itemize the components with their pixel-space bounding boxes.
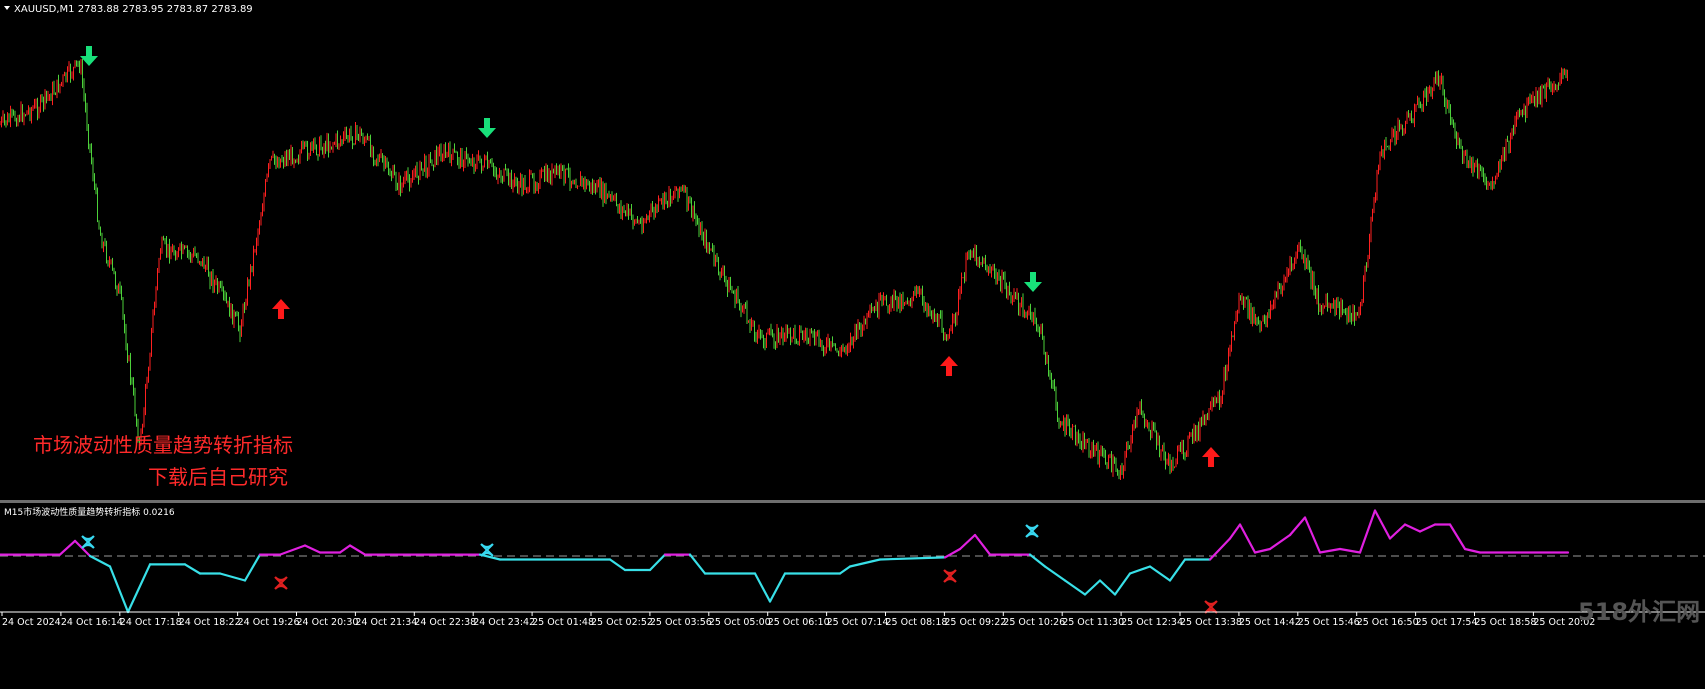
indicator-segment <box>1373 509 1392 540</box>
indicator-segment <box>1418 523 1437 533</box>
time-label: 24 Oct 23:42 <box>473 617 535 628</box>
indicator-segment <box>1358 509 1377 554</box>
time-label: 24 Oct 18:22 <box>179 617 241 628</box>
buy-arrow-up-icon[interactable] <box>1202 447 1220 467</box>
indicator-segment <box>1148 565 1172 582</box>
pane-separator[interactable] <box>0 500 1705 503</box>
indicator-segment <box>1168 558 1187 582</box>
time-label: 24 Oct 17:18 <box>120 617 182 628</box>
time-label: 24 Oct 2024 <box>2 617 61 628</box>
time-label: 25 Oct 18:58 <box>1475 617 1537 628</box>
indicator-segment <box>1238 523 1257 554</box>
indicator-segment <box>1448 523 1467 551</box>
annotation-line2: 下载后自己研究 <box>148 465 288 489</box>
indicator-segment <box>1268 533 1292 551</box>
time-label: 24 Oct 22:38 <box>414 617 476 628</box>
price-pane[interactable] <box>0 59 1568 480</box>
indicator-segment <box>1228 523 1242 540</box>
indicator-segment <box>1043 565 1067 582</box>
indicator-segment <box>338 544 352 554</box>
indicator-segment <box>958 533 977 551</box>
indicator-cross-up-icon[interactable] <box>480 543 494 557</box>
chart-canvas[interactable]: XAUUSD,M1 2783.88 2783.95 2783.87 2783.8… <box>0 0 1705 689</box>
time-label: 25 Oct 07:14 <box>827 617 889 628</box>
indicator-segment <box>648 553 667 572</box>
indicator-segment <box>1388 523 1407 540</box>
indicator-cross-down-icon[interactable] <box>943 569 957 583</box>
time-label: 25 Oct 16:50 <box>1357 617 1419 628</box>
time-label: 25 Oct 05:00 <box>709 617 771 628</box>
time-label: 24 Oct 21:34 <box>355 617 417 628</box>
time-label: 25 Oct 14:42 <box>1239 617 1301 628</box>
indicator-segment <box>1083 579 1102 596</box>
time-label: 24 Oct 20:30 <box>297 617 359 628</box>
indicator-segment <box>88 554 112 568</box>
chart-window[interactable]: XAUUSD,M1 2783.88 2783.95 2783.87 2783.8… <box>0 0 1705 689</box>
buy-arrow-up-icon[interactable] <box>940 356 958 376</box>
indicator-cross-down-icon[interactable] <box>274 576 288 590</box>
indicator-pane[interactable] <box>0 509 1570 614</box>
indicator-segment <box>878 556 947 561</box>
annotation-line1: 市场波动性质量趋势转折指标 <box>33 433 293 457</box>
indicator-segment <box>1063 579 1087 596</box>
indicator-segment <box>1303 516 1322 554</box>
time-label: 24 Oct 16:14 <box>61 617 123 628</box>
symbol-header: XAUUSD,M1 2783.88 2783.95 2783.87 2783.8… <box>14 4 253 15</box>
indicator-segment <box>243 553 262 582</box>
time-label: 25 Oct 03:56 <box>650 617 712 628</box>
indicator-segment <box>1463 547 1482 554</box>
buy-arrow-up-icon[interactable] <box>272 299 290 319</box>
header-menu-triangle-icon[interactable] <box>4 6 10 10</box>
indicator-segment <box>303 544 322 554</box>
time-label: 24 Oct 19:26 <box>238 617 300 628</box>
sell-arrow-down-icon[interactable] <box>1024 272 1042 292</box>
indicator-segment <box>218 572 247 582</box>
time-label: 25 Oct 10:26 <box>1003 617 1065 628</box>
indicator-segment <box>973 533 992 556</box>
time-label: 25 Oct 06:10 <box>768 617 830 628</box>
watermark: 518外汇网 <box>1578 598 1700 626</box>
indicator-segment <box>688 553 707 575</box>
indicator-segment <box>1338 547 1362 554</box>
indicator-segment <box>1253 547 1272 554</box>
time-label: 25 Oct 11:30 <box>1062 617 1124 628</box>
indicator-cross-up-icon[interactable] <box>1025 524 1039 538</box>
indicator-segment <box>1128 565 1152 575</box>
indicator-segment <box>608 558 627 572</box>
indicator-segment <box>753 572 772 603</box>
indicator-segment <box>348 544 367 556</box>
time-label: 25 Oct 02:52 <box>591 617 653 628</box>
indicator-segment <box>1113 572 1132 596</box>
indicator-segment <box>768 572 787 603</box>
indicator-header: M15市场波动性质量趋势转折指标 0.0216 <box>4 506 175 518</box>
time-label: 25 Oct 01:48 <box>532 617 594 628</box>
indicator-segment <box>1318 547 1342 554</box>
time-label: 25 Oct 12:34 <box>1121 617 1183 628</box>
indicator-segment <box>1403 523 1422 533</box>
indicator-segment <box>58 539 77 556</box>
time-label: 25 Oct 13:38 <box>1180 617 1242 628</box>
indicator-segment <box>1098 579 1117 596</box>
indicator-segment <box>108 565 130 614</box>
time-label: 25 Oct 17:54 <box>1416 617 1478 628</box>
indicator-segment <box>126 563 152 614</box>
time-label: 25 Oct 09:22 <box>944 617 1006 628</box>
time-label: 25 Oct 15:46 <box>1298 617 1360 628</box>
indicator-cross-up-icon[interactable] <box>81 535 95 549</box>
indicator-segment <box>1288 516 1307 537</box>
time-axis: 24 Oct 2024 24 Oct 16:1424 Oct 17:1824 Oc… <box>1 612 1595 628</box>
time-label: 25 Oct 08:18 <box>886 617 948 628</box>
price-signals <box>80 46 1220 467</box>
sell-arrow-down-icon[interactable] <box>478 118 496 138</box>
indicator-segment <box>848 558 882 568</box>
indicator-segment <box>278 544 307 556</box>
indicator-segment <box>838 565 852 575</box>
indicator-segment <box>183 563 202 575</box>
indicator-cross-down-icon[interactable] <box>1204 600 1218 614</box>
symbol-header-group: XAUUSD,M1 2783.88 2783.95 2783.87 2783.8… <box>4 4 253 15</box>
